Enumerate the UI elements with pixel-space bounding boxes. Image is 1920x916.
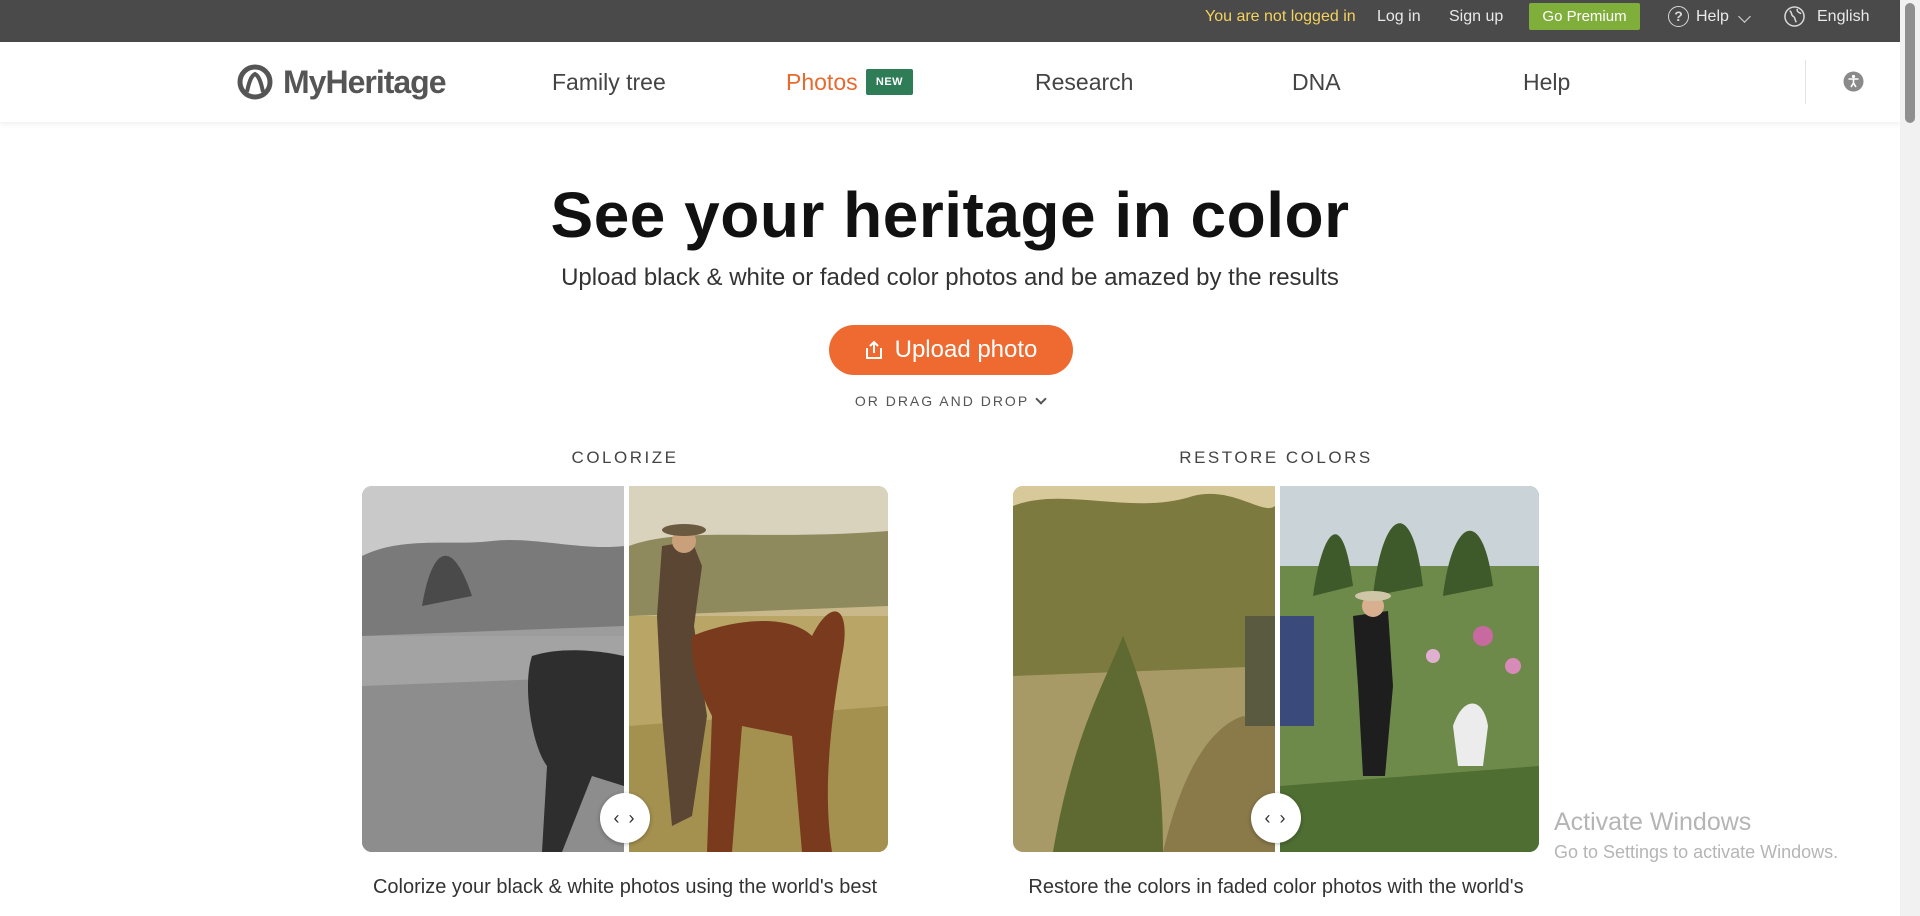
myheritage-logo-icon (237, 64, 273, 100)
drag-and-drop-label: OR DRAG AND DROP (854, 393, 1030, 409)
upload-photo-label: Upload photo (894, 336, 1038, 363)
colorize-description: Colorize your black & white photos using… (372, 876, 878, 898)
signup-link[interactable]: Sign up (1449, 0, 1503, 42)
restore-colors-description: Restore the colors in faded color photos… (1028, 876, 1524, 898)
page-scrollbar[interactable] (1900, 0, 1920, 916)
nav-item-dna[interactable]: DNA (1292, 42, 1341, 122)
drag-and-drop-toggle[interactable]: OR DRAG AND DROP (0, 393, 1900, 409)
login-link[interactable]: Log in (1377, 0, 1421, 42)
nav-item-photos[interactable]: Photos (786, 42, 858, 122)
nav-item-help[interactable]: Help (1523, 42, 1570, 122)
globe-icon[interactable] (1784, 6, 1805, 27)
scrollbar-thumb[interactable] (1905, 3, 1915, 123)
colorize-comparison-image[interactable]: ‹ › (362, 486, 888, 852)
chevron-down-icon[interactable] (1738, 10, 1751, 23)
page-subtitle: Upload black & white or faded color phot… (561, 264, 1339, 291)
help-menu-label[interactable]: Help (1696, 0, 1729, 42)
upload-icon (865, 340, 882, 359)
activate-windows-title: Activate Windows (1554, 808, 1752, 836)
language-selector[interactable]: English (1817, 0, 1869, 42)
accessibility-icon[interactable] (1843, 71, 1864, 92)
restore-comparison-image[interactable]: ‹ › (1013, 486, 1539, 852)
nav-item-research[interactable]: Research (1035, 42, 1133, 122)
upload-photo-button[interactable]: Upload photo (829, 325, 1073, 375)
restore-colors-label: RESTORE COLORS (1179, 448, 1373, 467)
activate-windows-subtitle: Go to Settings to activate Windows. (1554, 842, 1839, 862)
chevron-down-icon (1035, 393, 1047, 405)
page-title: See your heritage in color (550, 179, 1350, 251)
compare-slider-handle[interactable]: ‹ › (1251, 793, 1301, 843)
nav-item-family-tree[interactable]: Family tree (552, 42, 666, 122)
logo-wordmark: MyHeritage (283, 63, 446, 100)
main-navigation: MyHeritage Family tree Photos NEW Resear… (0, 42, 1900, 122)
top-utility-bar: You are not logged in Log in Sign up Go … (0, 0, 1900, 42)
help-circle-icon[interactable]: ? (1668, 6, 1689, 27)
go-premium-button[interactable]: Go Premium (1529, 3, 1640, 30)
colorize-label: COLORIZE (571, 448, 679, 467)
myheritage-logo[interactable]: MyHeritage (237, 62, 446, 102)
new-badge: NEW (866, 69, 913, 95)
login-status-text: You are not logged in (1205, 8, 1356, 25)
nav-divider (1805, 60, 1806, 104)
compare-slider-handle[interactable]: ‹ › (600, 793, 650, 843)
